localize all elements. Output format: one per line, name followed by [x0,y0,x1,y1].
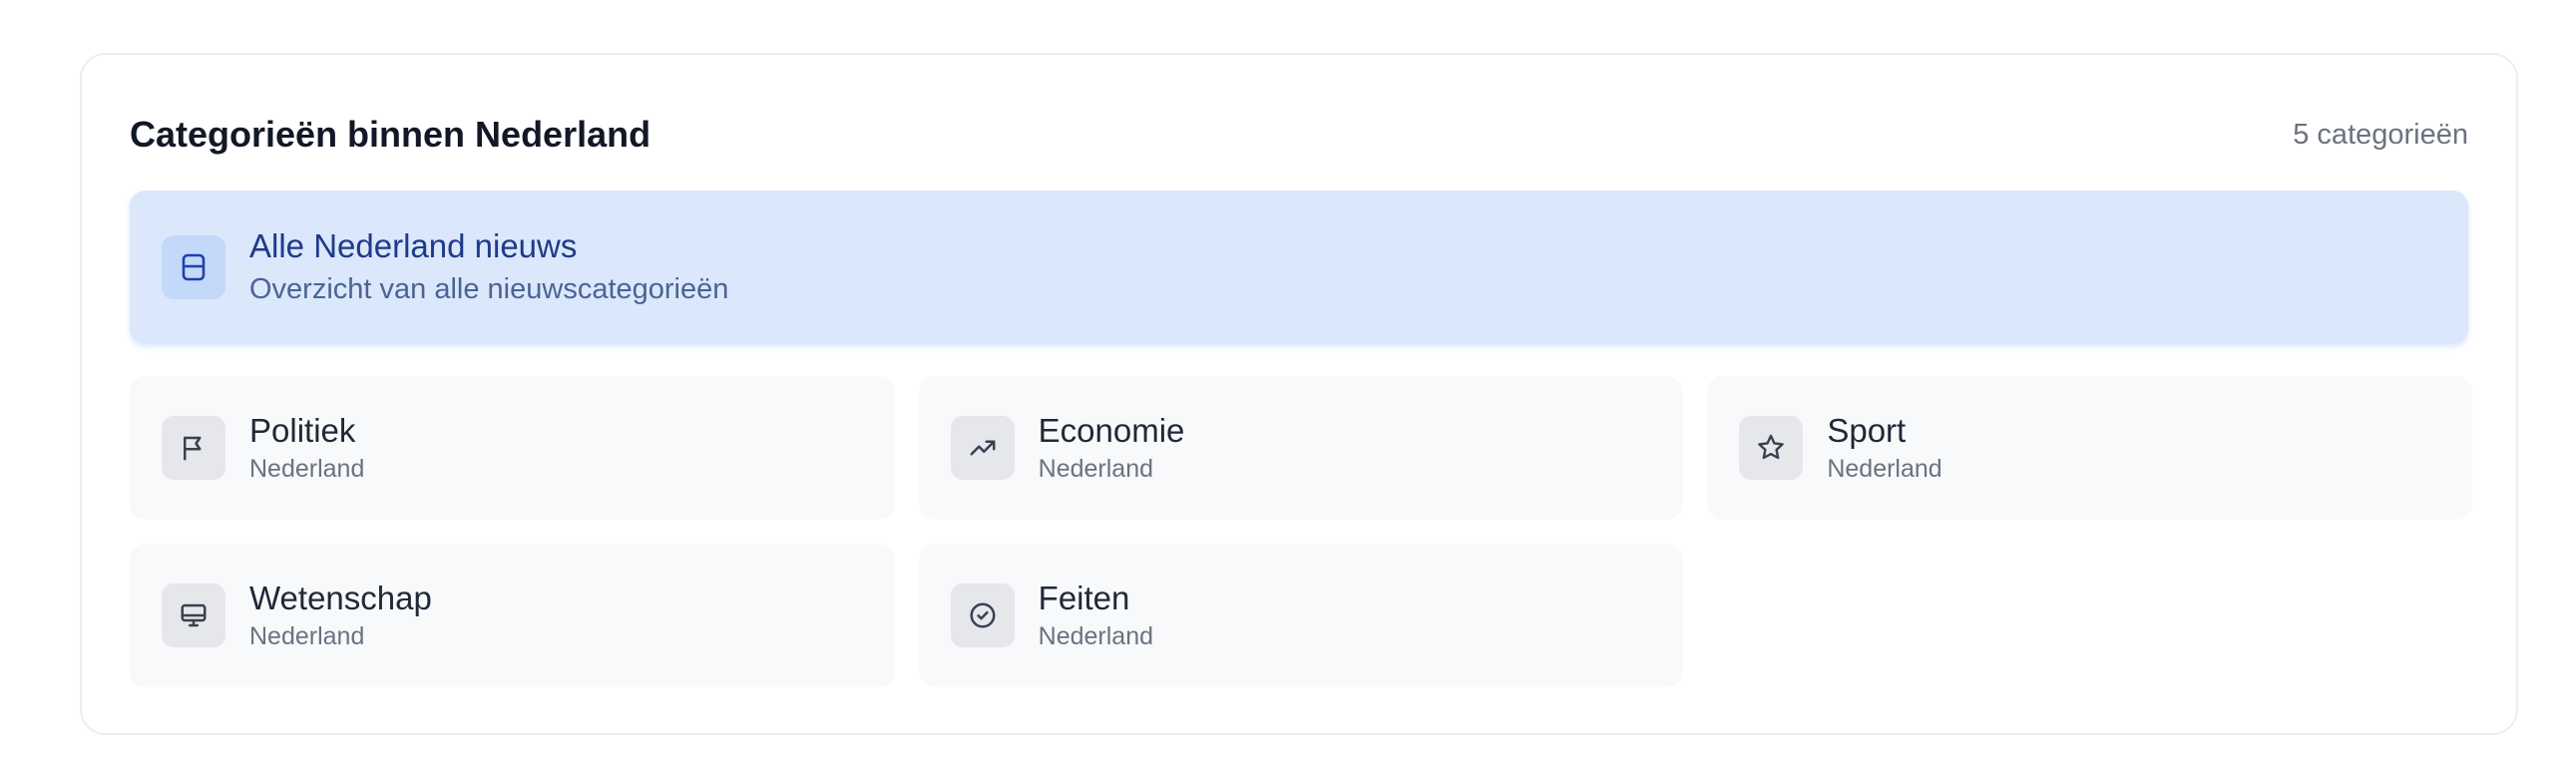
all-news-title: Alle Nederland nieuws [249,227,578,264]
category-card-sport[interactable]: Sport Nederland [1707,376,2472,520]
category-subtitle: Nederland [249,455,365,483]
panel-header: Categorieën binnen Nederland 5 categorie… [130,111,2468,159]
category-title: Politiek [249,412,356,449]
category-title: Feiten [1038,580,1130,616]
all-news-card[interactable]: Alle Nederland nieuws Overzicht van alle… [130,191,2468,344]
categories-panel: Categorieën binnen Nederland 5 categorie… [80,53,2518,735]
star-icon [1739,416,1804,480]
all-news-subtitle: Overzicht van alle nieuwscategorieën [249,273,729,305]
category-card-wetenschap[interactable]: Wetenschap Nederland [130,544,895,687]
category-subtitle: Nederland [249,622,365,650]
category-subtitle: Nederland [1827,455,1942,483]
category-card-feiten[interactable]: Feiten Nederland [918,544,1684,687]
panel-title: Categorieën binnen Nederland [130,114,651,155]
category-subtitle: Nederland [1038,622,1154,650]
trending-up-icon [950,416,1015,480]
category-title: Sport [1827,412,1907,449]
newspaper-icon [162,235,225,299]
category-count: 5 categorieën [2293,118,2468,151]
flag-icon [162,416,225,480]
check-circle-icon [950,583,1015,647]
category-subtitle: Nederland [1038,455,1154,483]
monitor-icon [162,583,225,647]
category-title: Economie [1038,412,1185,449]
category-title: Wetenschap [249,580,432,616]
category-grid: Politiek Nederland Economie Nederland Sp… [130,376,2472,687]
category-card-politiek[interactable]: Politiek Nederland [130,376,895,520]
category-card-economie[interactable]: Economie Nederland [918,376,1684,520]
